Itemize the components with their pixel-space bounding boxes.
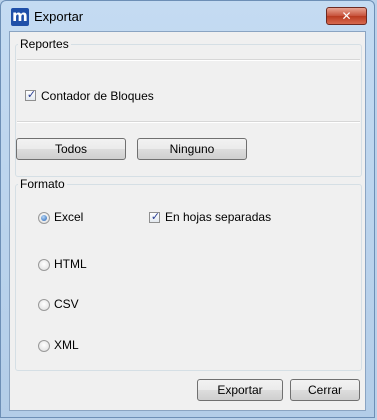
reportes-group: Reportes ✓ Contador de Bloques Todos Nin… — [15, 37, 362, 177]
en-hojas-separadas-label[interactable]: En hojas separadas — [165, 210, 271, 224]
xml-label[interactable]: XML — [54, 338, 79, 352]
reportes-separator — [17, 59, 360, 61]
html-label[interactable]: HTML — [54, 257, 87, 271]
html-radio[interactable] — [38, 259, 50, 271]
radio-selected-dot — [41, 215, 47, 221]
ninguno-button[interactable]: Ninguno — [137, 138, 247, 160]
formato-group: Formato Excel ✓ En hojas separadas HTML … — [15, 177, 362, 371]
contador-de-bloques-label[interactable]: Contador de Bloques — [41, 89, 154, 103]
formato-legend: Formato — [18, 177, 67, 191]
todos-button[interactable]: Todos — [16, 138, 126, 160]
window-title: Exportar — [34, 9, 84, 24]
cerrar-button[interactable]: Cerrar — [290, 379, 360, 401]
excel-label[interactable]: Excel — [54, 210, 83, 224]
xml-radio[interactable] — [38, 340, 50, 352]
export-dialog: m Exportar ✕ Reportes ✓ Contador de Bloq… — [0, 0, 375, 418]
exportar-button[interactable]: Exportar — [197, 379, 283, 401]
csv-label[interactable]: CSV — [54, 297, 79, 311]
csv-radio[interactable] — [38, 299, 50, 311]
title-bar[interactable]: m Exportar ✕ — [1, 1, 374, 31]
reportes-separator-bottom — [17, 121, 360, 123]
contador-de-bloques-checkbox[interactable]: ✓ — [25, 88, 37, 101]
close-window-button[interactable]: ✕ — [326, 7, 367, 25]
checkmark-icon: ✓ — [26, 88, 37, 101]
reportes-legend: Reportes — [18, 37, 71, 51]
dialog-body: Reportes ✓ Contador de Bloques Todos Nin… — [9, 31, 366, 411]
en-hojas-separadas-checkbox[interactable]: ✓ — [149, 210, 161, 223]
excel-radio[interactable] — [38, 212, 50, 224]
checkmark-icon: ✓ — [150, 210, 161, 223]
app-logo-icon: m — [11, 7, 29, 26]
